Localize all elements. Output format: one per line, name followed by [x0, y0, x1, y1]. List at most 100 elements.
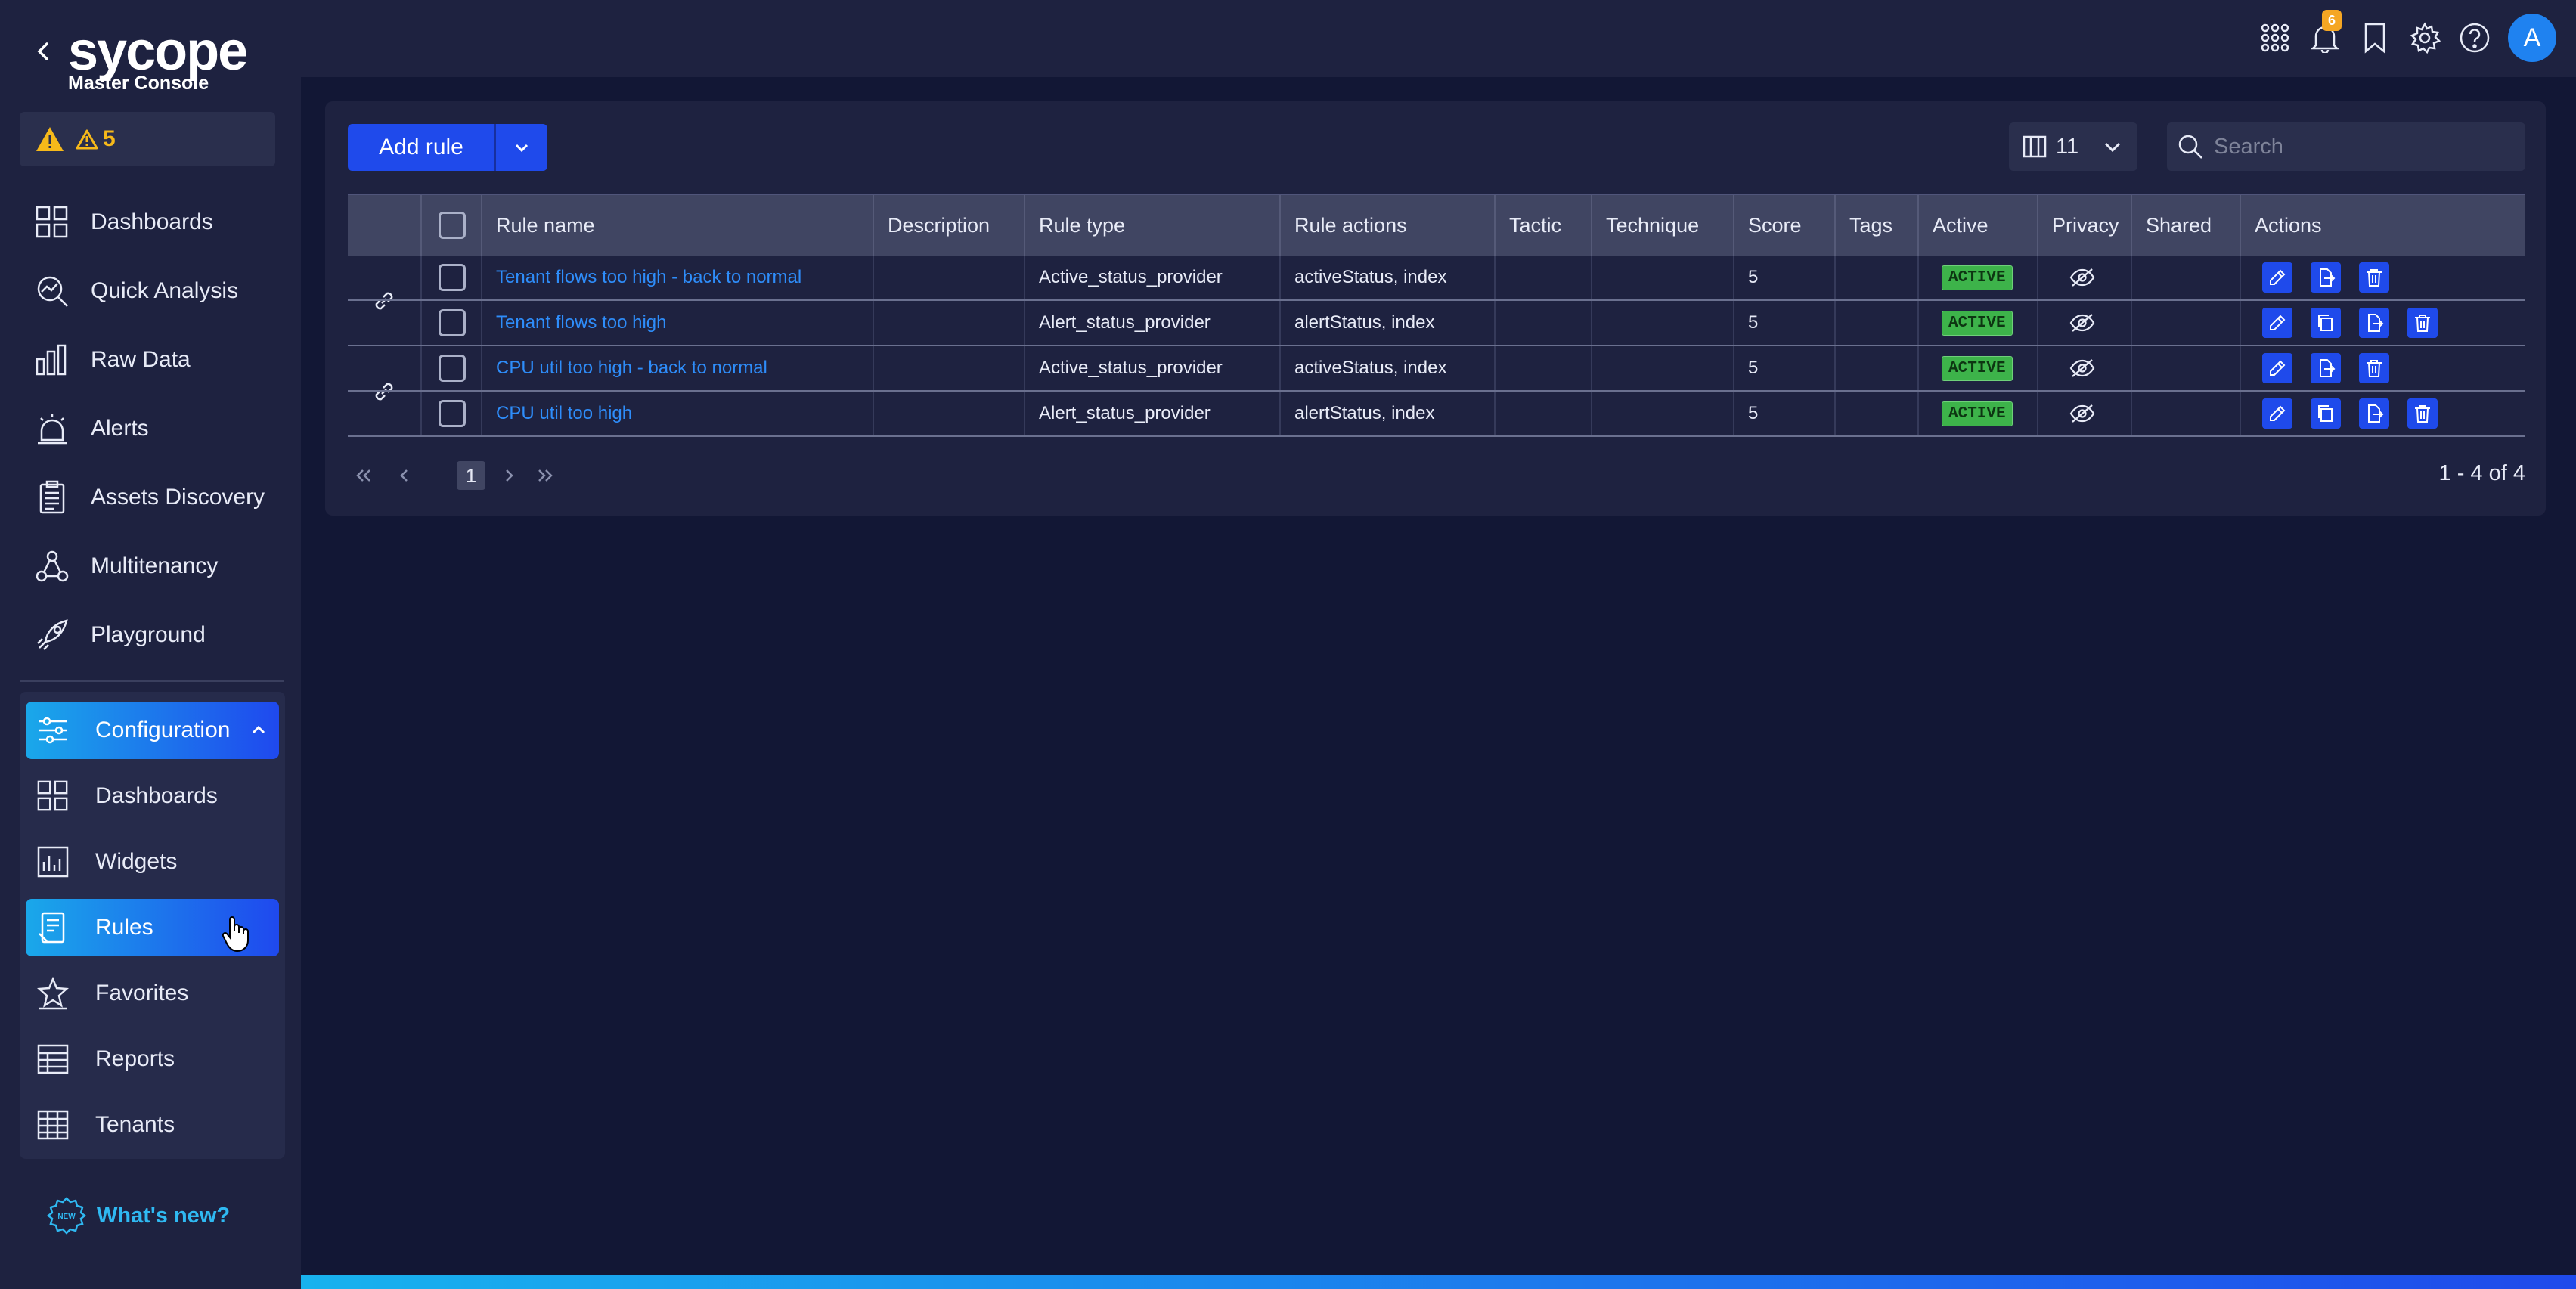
edit-rule-button[interactable] — [2262, 398, 2292, 429]
column-header-active[interactable]: Active — [1917, 195, 2037, 256]
cell-tactic — [1494, 392, 1591, 435]
sidebar-item-dashboards[interactable]: Dashboards — [20, 187, 284, 256]
sidebar-item-multitenancy[interactable]: Multitenancy — [20, 531, 284, 600]
config-item-reports[interactable]: Reports — [26, 1030, 279, 1088]
search-input[interactable] — [2212, 133, 2518, 160]
row-checkbox[interactable] — [439, 264, 466, 291]
sidebar-item-assets-discovery[interactable]: Assets Discovery — [20, 463, 284, 531]
column-header-tactic[interactable]: Tactic — [1494, 195, 1591, 256]
cell-rule-name[interactable]: CPU util too high — [481, 392, 873, 435]
add-rule-dropdown-button[interactable] — [496, 124, 547, 171]
configuration-icon — [39, 717, 67, 744]
delete-rule-button[interactable] — [2407, 308, 2438, 338]
cell-actions — [2240, 392, 2525, 435]
apps-grid-icon — [2261, 23, 2289, 52]
back-chevron-icon[interactable] — [33, 36, 51, 67]
cell-privacy — [2037, 346, 2131, 390]
column-header-privacy[interactable]: Privacy — [2037, 195, 2131, 256]
column-header-shared[interactable]: Shared — [2131, 195, 2240, 256]
column-header-tags[interactable]: Tags — [1834, 195, 1917, 256]
export-rule-button[interactable] — [2311, 262, 2341, 293]
help-button[interactable] — [2458, 19, 2491, 57]
assets-discovery-icon — [39, 480, 65, 513]
edit-rule-button[interactable] — [2262, 262, 2292, 293]
active-status-badge: ACTIVE — [1942, 265, 2013, 290]
delete-rule-button[interactable] — [2407, 398, 2438, 429]
add-rule-button[interactable]: Add rule — [348, 124, 494, 171]
config-item-tenants[interactable]: Tenants — [26, 1096, 279, 1154]
row-checkbox[interactable] — [439, 400, 466, 427]
cell-tags — [1834, 256, 1917, 299]
whats-new-link[interactable]: NEW What's new? — [47, 1196, 230, 1235]
delete-rule-button[interactable] — [2359, 262, 2389, 293]
cell-rule-name[interactable]: Tenant flows too high - back to normal — [481, 256, 873, 299]
rules-card: Add rule 11 Rule name Description Rule t… — [325, 101, 2546, 516]
hand-cursor-icon — [222, 916, 249, 953]
column-header-rule-type[interactable]: Rule type — [1024, 195, 1279, 256]
column-selector[interactable]: 11 — [2009, 122, 2137, 171]
pencil-icon — [2270, 405, 2286, 421]
row-checkbox[interactable] — [439, 355, 466, 382]
table-row[interactable]: CPU util too high - back to normal Active… — [348, 346, 2525, 392]
copy-icon — [2318, 315, 2333, 331]
edit-rule-button[interactable] — [2262, 353, 2292, 383]
cell-tactic — [1494, 301, 1591, 345]
top-bar: 6 A — [301, 0, 2576, 77]
eye-off-icon — [2069, 314, 2095, 332]
export-rule-button[interactable] — [2311, 353, 2341, 383]
cell-rule-name[interactable]: CPU util too high - back to normal — [481, 346, 873, 390]
table-row[interactable]: Tenant flows too high - back to normal Ac… — [348, 256, 2525, 301]
copy-icon — [2318, 405, 2333, 422]
row-checkbox[interactable] — [439, 309, 466, 336]
active-status-badge: ACTIVE — [1942, 355, 2013, 381]
eye-off-icon — [2069, 404, 2095, 423]
prev-page-button[interactable] — [393, 463, 416, 488]
config-item-label: Favorites — [95, 981, 189, 1005]
export-rule-button[interactable] — [2359, 398, 2389, 429]
config-item-dashboards[interactable]: Dashboards — [26, 767, 279, 825]
bookmarks-button[interactable] — [2358, 19, 2392, 57]
cell-rule-name[interactable]: Tenant flows too high — [481, 301, 873, 345]
cell-description — [873, 392, 1024, 435]
table-row[interactable]: Tenant flows too high Alert_status_provid… — [348, 301, 2525, 346]
config-item-favorites[interactable]: Favorites — [26, 965, 279, 1022]
first-page-button[interactable] — [352, 463, 375, 488]
user-avatar[interactable]: A — [2508, 14, 2556, 62]
cell-rule-actions: alertStatus, index — [1279, 392, 1494, 435]
column-header-description[interactable]: Description — [873, 195, 1024, 256]
sidebar-item-label: Multitenancy — [91, 553, 219, 578]
column-header-technique[interactable]: Technique — [1591, 195, 1733, 256]
cell-shared — [2131, 346, 2240, 390]
sidebar-item-playground[interactable]: Playground — [20, 600, 284, 669]
column-header-rule-name[interactable]: Rule name — [481, 195, 873, 256]
duplicate-rule-button[interactable] — [2311, 308, 2341, 338]
alerts-count: 5 — [103, 126, 116, 151]
last-page-button[interactable] — [534, 463, 556, 488]
select-all-checkbox[interactable] — [439, 212, 466, 239]
table-row[interactable]: CPU util too high Alert_status_provider al… — [348, 392, 2525, 437]
sidebar-item-quick-analysis[interactable]: Quick Analysis — [20, 256, 284, 325]
duplicate-rule-button[interactable] — [2311, 398, 2341, 429]
config-item-widgets[interactable]: Widgets — [26, 833, 279, 891]
notifications-button[interactable]: 6 — [2308, 10, 2342, 57]
warning-outline-icon — [76, 129, 98, 150]
export-rule-button[interactable] — [2359, 308, 2389, 338]
column-header-score[interactable]: Score — [1733, 195, 1834, 256]
favorites-icon — [36, 977, 70, 1010]
next-page-button[interactable] — [498, 463, 520, 488]
tenants-icon — [37, 1110, 69, 1140]
sidebar-item-configuration[interactable]: Configuration — [26, 702, 279, 759]
alerts-summary[interactable]: 5 — [20, 112, 275, 166]
apps-grid-button[interactable] — [2258, 19, 2292, 57]
sidebar-item-alerts[interactable]: Alerts — [20, 394, 284, 463]
settings-button[interactable] — [2408, 19, 2441, 57]
sidebar-item-raw-data[interactable]: Raw Data — [20, 325, 284, 394]
page-1-button[interactable]: 1 — [457, 461, 485, 490]
dashboards-icon — [36, 206, 68, 237]
sidebar-item-label: Assets Discovery — [91, 484, 265, 510]
edit-rule-button[interactable] — [2262, 308, 2292, 338]
config-item-label: Reports — [95, 1046, 175, 1071]
delete-rule-button[interactable] — [2359, 353, 2389, 383]
column-header-rule-actions[interactable]: Rule actions — [1279, 195, 1494, 256]
cell-technique — [1591, 392, 1733, 435]
